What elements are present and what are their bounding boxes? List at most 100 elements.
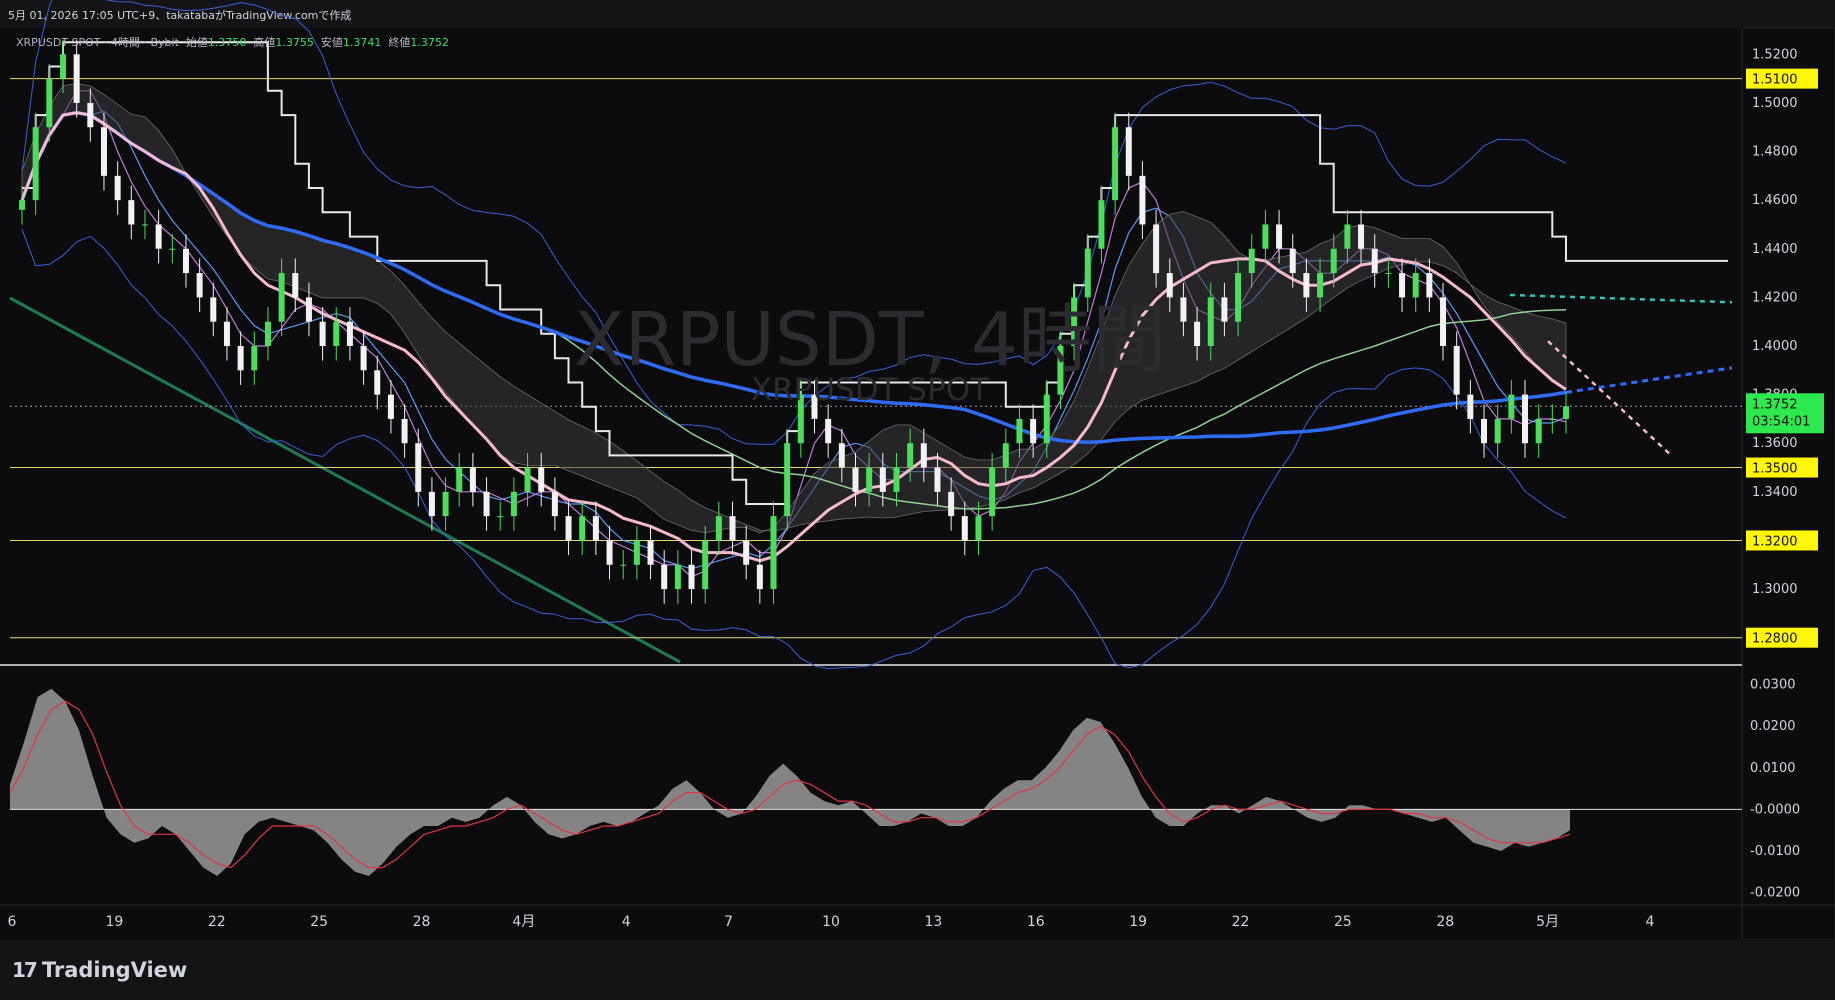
candle-body [879,467,886,492]
time-tick-label: 16 [1027,914,1045,930]
candle-body [592,516,599,541]
price-tick-label: 1.4600 [1752,193,1798,208]
time-tick-label: 5月 [1536,914,1559,930]
candle-body [1426,273,1433,298]
candle-body [538,467,545,492]
ohlc-legend[interactable]: XRPUSDT SPOT · 4時間 · Bybit 始値1.3750 高値1.… [16,34,449,50]
candle-body [305,297,312,322]
candle-body [961,516,968,541]
candle-body [934,467,941,492]
legend-open: 1.3750 [207,36,247,49]
time-tick-label: 22 [1232,914,1250,930]
candle-body [1276,224,1283,249]
candle-body [1481,418,1488,444]
candle-body [1235,273,1242,322]
candle-body [1098,200,1105,249]
candle-body [661,564,668,590]
candle-body [1084,248,1091,298]
tradingview-logo[interactable]: 17 TradingView [12,958,187,982]
candle-body [1057,346,1064,395]
legend-low: 1.3741 [342,36,382,49]
candle-body [1358,224,1365,249]
candle-body [647,540,654,565]
candle-body [210,297,217,322]
candle-body [415,443,422,492]
candle-body [1043,394,1050,444]
candle-body [32,127,39,201]
candle-body [169,248,176,250]
candle-body [1180,297,1187,322]
candle-body [825,418,832,444]
bottom-brand-bar [0,940,1835,1000]
candle-body [1563,406,1569,419]
price-tick-label: 1.3400 [1752,485,1798,500]
time-tick-label: 4月 [512,914,535,930]
candle-body [1289,248,1296,274]
time-tick-label: 25 [1334,914,1352,930]
candle-body [278,273,285,322]
candle-body [1467,394,1474,419]
candle-body [387,394,394,419]
candle-body [1221,297,1228,322]
candle-body [743,540,750,565]
current-price-label: 1.3752 [1752,397,1798,412]
candle-body [87,102,94,128]
candle-body [100,127,107,176]
candle-body [784,443,791,517]
candle-body [346,321,353,346]
oscillator-tick-label: -0.0000 [1750,802,1800,817]
oscillator-tick-label: 0.0300 [1750,678,1796,693]
candle-body [907,443,914,468]
candle-body [155,224,162,249]
candle-body [893,467,900,492]
candle-body [565,516,572,541]
candle-body [114,175,121,201]
candle-body [1522,394,1529,444]
candle-body [1016,418,1023,444]
candle-body [948,491,955,517]
candle-body [852,467,859,492]
price-tick-label: 1.4800 [1752,145,1798,160]
price-tick-label: 1.5200 [1752,47,1798,62]
candle-body [1508,394,1515,419]
price-tick-label: 1.5000 [1752,96,1798,111]
tradingview-wordmark: TradingView [41,958,188,982]
oscillator-tick-label: 0.0100 [1750,761,1796,776]
candle-body [292,273,299,298]
candle-body [182,248,189,274]
candle-body [333,321,340,346]
candle-body [1112,127,1119,201]
level-tag-label: 1.3200 [1752,534,1798,549]
candle-body [1317,273,1324,298]
time-tick-label: 10 [822,914,840,930]
price-tick-label: 1.3600 [1752,436,1798,451]
candle-body [510,491,517,517]
time-tick-label: 22 [208,914,226,930]
legend-high-label: 高値 [253,36,276,49]
tradingview-mark-icon: 17 [12,958,38,982]
candle-body [1002,443,1009,468]
candle-body [756,564,763,590]
candle-body [1153,224,1160,274]
candle-body [1549,418,1556,420]
candle-body [141,224,148,226]
price-chart[interactable]: 1.5200 1.5000 1.4800 1.4600 1.4400 1.4200 1.40… [0,0,1835,1000]
candle-body [428,491,435,517]
candle-body [1344,224,1351,249]
legend-symbol: XRPUSDT SPOT · 4時間 · Bybit [16,36,179,49]
candle-body [702,540,709,590]
candle-body [633,540,640,565]
oscillator-tick-label: -0.0200 [1750,886,1800,901]
time-tick-label: 13 [924,914,942,930]
candle-body [360,346,367,371]
level-tag-label: 1.5100 [1752,73,1798,88]
legend-high: 1.3755 [275,36,314,49]
time-tick-label: 4 [622,914,631,930]
candle-body [729,516,736,541]
candle-body [688,564,695,590]
candle-body [251,346,258,371]
candle-body [401,418,408,444]
candle-body [1371,248,1378,274]
legend-close: 1.3752 [410,36,449,49]
candle-body [46,78,53,128]
